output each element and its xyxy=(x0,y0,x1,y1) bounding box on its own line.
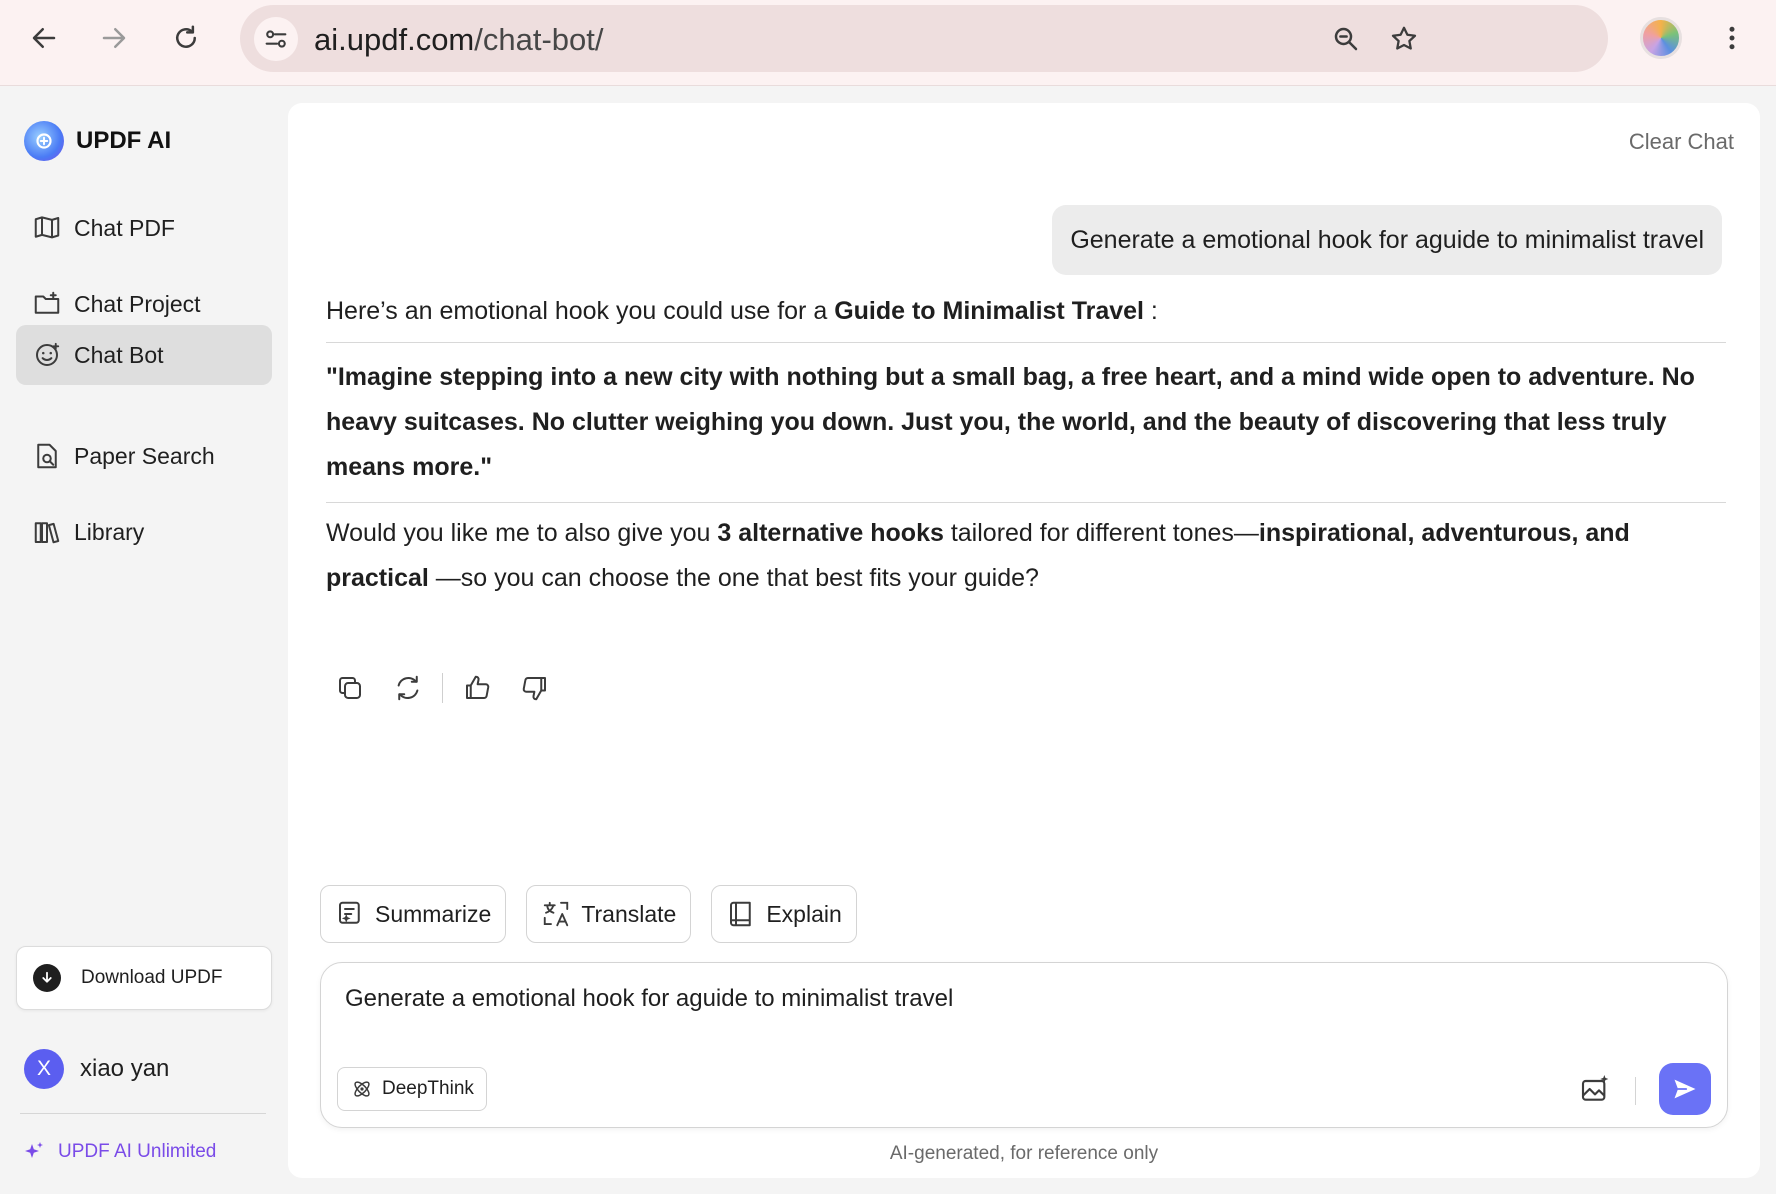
message-input[interactable]: Generate a emotional hook for aguide to … xyxy=(345,985,953,1013)
clear-chat-button[interactable]: Clear Chat xyxy=(1629,129,1734,155)
summarize-icon xyxy=(339,901,360,924)
sidebar-item-label: Library xyxy=(74,518,145,545)
answer-intro: Here’s an emotional hook you could use f… xyxy=(326,297,1158,325)
bot-icon xyxy=(36,342,60,366)
thumbs-down-button[interactable] xyxy=(511,664,559,712)
browser-toolbar: ai.updf.com/chat-bot/ xyxy=(0,0,1776,86)
image-upload-button[interactable] xyxy=(1575,1069,1615,1109)
avatar: X xyxy=(24,1049,64,1089)
library-icon xyxy=(34,522,60,544)
download-label: Download UPDF xyxy=(81,967,223,988)
send-icon xyxy=(1674,1079,1696,1099)
arrow-left-icon xyxy=(32,28,56,48)
message-composer[interactable]: Generate a emotional hook for aguide to … xyxy=(320,962,1728,1128)
browser-menu-button[interactable] xyxy=(1716,18,1748,58)
url-path: /chat-bot/ xyxy=(474,22,604,57)
atom-icon xyxy=(354,1081,370,1097)
thumbs-up-button[interactable] xyxy=(453,664,501,712)
explain-label: Explain xyxy=(766,900,842,927)
user-profile[interactable]: X xiao yan xyxy=(24,1049,169,1089)
tune-icon xyxy=(265,30,287,48)
sidebar-item-chat-pdf[interactable]: Chat PDF xyxy=(16,198,272,258)
book-open-icon xyxy=(34,216,60,239)
url-domain: ai.updf.com xyxy=(314,22,475,57)
arrow-right-icon xyxy=(102,28,126,48)
more-vertical-icon xyxy=(1729,26,1735,50)
quick-actions: Summarize Translate Explain xyxy=(320,885,877,943)
summarize-label: Summarize xyxy=(375,900,492,927)
search-document-icon xyxy=(37,443,57,469)
image-sparkle-icon xyxy=(1581,1075,1609,1101)
sidebar: UPDF AI Chat PDF Chat Project Chat Bot P… xyxy=(0,87,288,1194)
profile-avatar[interactable] xyxy=(1640,17,1682,59)
zoom-icon xyxy=(1334,27,1358,51)
disclaimer-text: AI-generated, for reference only xyxy=(889,1143,1159,1164)
refresh-icon xyxy=(397,675,419,701)
summarize-button[interactable]: Summarize xyxy=(320,885,507,943)
copy-icon xyxy=(339,677,361,699)
divider xyxy=(20,1113,266,1114)
forward-button[interactable] xyxy=(94,18,134,58)
sidebar-item-library[interactable]: Library xyxy=(16,502,272,562)
sidebar-item-chat-bot[interactable]: Chat Bot xyxy=(16,325,272,385)
explain-button[interactable]: Explain xyxy=(711,885,857,943)
sidebar-item-label: Paper Search xyxy=(74,442,215,469)
copy-button[interactable] xyxy=(326,664,374,712)
divider xyxy=(1635,1077,1636,1105)
star-icon xyxy=(1391,26,1417,50)
thumbs-up-icon xyxy=(466,675,490,699)
translate-label: Translate xyxy=(581,900,677,927)
divider xyxy=(442,673,443,703)
message-actions xyxy=(326,664,569,712)
sidebar-item-label: Chat PDF xyxy=(74,214,175,241)
brand[interactable]: UPDF AI xyxy=(24,121,171,161)
answer-followup: Would you like me to also give you 3 alt… xyxy=(326,519,1630,592)
user-message: Generate a emotional hook for aguide to … xyxy=(1052,205,1722,275)
address-bar[interactable]: ai.updf.com/chat-bot/ xyxy=(240,5,1608,72)
download-icon xyxy=(33,964,61,992)
translate-button[interactable]: Translate xyxy=(526,885,692,943)
reload-icon xyxy=(176,25,196,48)
upgrade-link[interactable]: UPDF AI Unlimited xyxy=(22,1140,216,1164)
deepthink-toggle[interactable]: DeepThink xyxy=(337,1067,487,1111)
sidebar-item-label: Chat Project xyxy=(74,290,201,317)
brand-name: UPDF AI xyxy=(76,127,172,154)
sparkle-icon xyxy=(25,1142,43,1158)
regenerate-button[interactable] xyxy=(384,664,432,712)
download-updf-button[interactable]: Download UPDF xyxy=(16,946,272,1010)
upgrade-label: UPDF AI Unlimited xyxy=(58,1141,217,1162)
back-button[interactable] xyxy=(24,18,64,58)
sidebar-item-paper-search[interactable]: Paper Search xyxy=(16,426,272,486)
user-name: xiao yan xyxy=(80,1055,170,1082)
updf-logo-icon xyxy=(24,121,64,161)
thumbs-down-icon xyxy=(522,677,546,701)
sidebar-item-label: Chat Bot xyxy=(74,341,164,368)
divider xyxy=(326,342,1726,343)
deepthink-label: DeepThink xyxy=(382,1078,474,1099)
site-info-button[interactable] xyxy=(254,17,298,61)
url-text[interactable]: ai.updf.com/chat-bot/ xyxy=(314,22,604,58)
divider xyxy=(326,502,1726,503)
answer-quote: "Imagine stepping into a new city with n… xyxy=(326,363,1695,481)
zoom-button[interactable] xyxy=(1328,21,1364,57)
translate-icon xyxy=(544,901,569,927)
bookmark-button[interactable] xyxy=(1386,21,1422,57)
book-icon xyxy=(730,901,752,927)
reload-button[interactable] xyxy=(166,18,206,58)
assistant-message: Here’s an emotional hook you could use f… xyxy=(326,289,1726,601)
folder-chat-icon xyxy=(34,291,60,314)
chat-panel: Clear Chat Generate a emotional hook for… xyxy=(288,103,1760,1178)
send-button[interactable] xyxy=(1659,1063,1711,1115)
